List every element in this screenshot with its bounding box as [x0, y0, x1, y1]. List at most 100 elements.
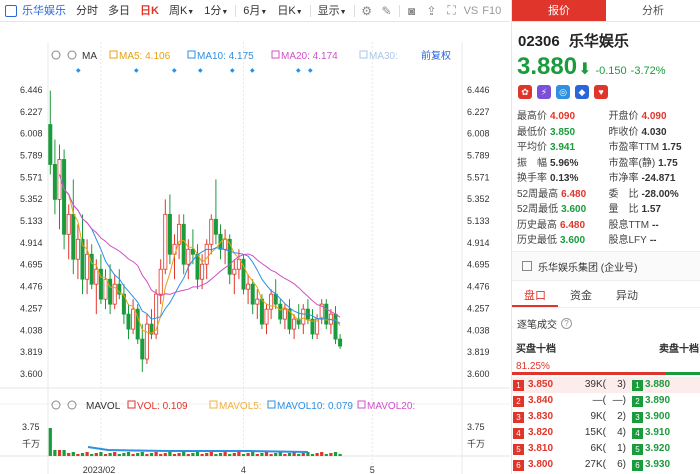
candle-body[interactable]	[259, 298, 264, 325]
vol-unit-left: 千万	[22, 439, 40, 449]
fullscreen-icon[interactable]: ⛶	[444, 0, 460, 22]
tab-timeshare[interactable]: 分时	[71, 0, 103, 22]
candle-body[interactable]	[158, 268, 163, 295]
candle-body[interactable]	[200, 263, 205, 280]
candle-body[interactable]	[66, 213, 71, 235]
ma-toggle-icon[interactable]	[359, 50, 368, 59]
f10-button[interactable]: F10	[480, 5, 503, 17]
candle-body[interactable]	[186, 248, 191, 265]
candle-body[interactable]	[333, 313, 338, 340]
y-tick-label-left: 5.571	[20, 172, 43, 182]
tick-trades-label[interactable]: 逐笔成交 ?	[517, 316, 572, 331]
candle-body[interactable]	[223, 238, 228, 250]
bid-volume: 39K(	[584, 379, 606, 390]
candle-body[interactable]	[94, 268, 99, 285]
tab-capital[interactable]: 资金	[558, 284, 604, 307]
candle-body[interactable]	[255, 298, 260, 305]
ma-toggle-icon[interactable]	[271, 50, 280, 59]
y-tick-label-right: 5.352	[467, 194, 490, 204]
candle-body[interactable]	[181, 223, 186, 265]
range-select[interactable]: 6月▼	[238, 0, 272, 22]
settings-icon[interactable]: ⚙	[359, 0, 375, 22]
candle-body[interactable]	[190, 248, 195, 255]
eye-icon[interactable]	[67, 400, 77, 410]
stat-row: 换手率 0.13% 市净率 -24.871	[517, 171, 700, 187]
ma-toggle-icon[interactable]	[109, 50, 118, 59]
stat-row: 52周最高 6.480 委 比 -28.00%	[517, 187, 700, 203]
export-icon[interactable]: ⇪	[424, 0, 440, 22]
candle-body[interactable]	[140, 338, 145, 360]
candle-body[interactable]	[269, 293, 274, 310]
settings-icon[interactable]	[51, 400, 61, 410]
candle-body[interactable]	[232, 268, 237, 275]
stat-key: 股息TTM	[608, 219, 650, 231]
candle-body[interactable]	[246, 283, 251, 290]
draw-icon[interactable]: ✎	[379, 0, 395, 22]
y-tick-label-right: 4.476	[467, 282, 490, 292]
candle-body[interactable]	[48, 124, 53, 165]
stock-name-tab[interactable]: 乐华娱乐	[0, 0, 71, 22]
candle-body[interactable]	[292, 318, 297, 330]
stat-key: 振 幅	[517, 157, 547, 169]
event-marker-icon[interactable]: ◆	[308, 68, 313, 74]
ask-level: 4	[632, 427, 643, 439]
event-marker-icon[interactable]: ◆	[134, 68, 139, 74]
kline-chart[interactable]: 6.446 6.446 6.227 6.227 6.008 6.008 5.789 5.789…	[0, 22, 510, 474]
period-select[interactable]: 日K▼	[272, 0, 307, 22]
event-marker-icon[interactable]: ◆	[198, 68, 203, 74]
candle-body[interactable]	[282, 308, 287, 320]
tab-analysis[interactable]: 分析	[606, 0, 700, 21]
eye-icon[interactable]	[67, 50, 77, 60]
candle-body[interactable]	[227, 238, 232, 275]
ma-toggle-icon[interactable]	[187, 50, 196, 59]
event-marker-icon[interactable]: ◆	[172, 68, 177, 74]
candle-body[interactable]	[62, 159, 67, 235]
ask-level: 3	[632, 411, 643, 423]
candle-body[interactable]	[163, 213, 168, 270]
event-marker-icon[interactable]: ◆	[296, 68, 301, 74]
event-marker-icon[interactable]: ◆	[76, 68, 81, 74]
candle-body[interactable]	[195, 253, 200, 280]
bid-count: 6)	[617, 459, 626, 470]
event-marker-icon[interactable]: ◆	[250, 68, 255, 74]
candle-body[interactable]	[144, 323, 149, 360]
tab-daily-k[interactable]: 日K	[135, 0, 164, 22]
candle-body[interactable]	[75, 238, 80, 260]
candle-body[interactable]	[250, 283, 255, 305]
settings-icon[interactable]	[51, 50, 61, 60]
help-icon[interactable]: ?	[561, 318, 572, 329]
tab-multiday[interactable]: 多日	[103, 0, 135, 22]
candle-body[interactable]	[71, 213, 76, 260]
candle-body[interactable]	[85, 253, 90, 280]
stock-logo-icon	[5, 4, 17, 17]
candle-body[interactable]	[338, 338, 343, 347]
candle-body[interactable]	[108, 278, 113, 305]
company-link[interactable]: 乐华娱乐集团 (企业号)	[512, 251, 700, 281]
candle-body[interactable]	[264, 308, 269, 325]
camera-icon[interactable]: ◙	[404, 0, 420, 22]
vs-button[interactable]: VS	[462, 5, 481, 17]
candle-body[interactable]	[324, 303, 329, 325]
candle-body[interactable]	[103, 278, 108, 300]
tab-quote[interactable]: 报价	[512, 0, 606, 21]
candle-body[interactable]	[131, 308, 136, 330]
candle-body[interactable]	[204, 243, 209, 265]
tab-minute[interactable]: 1分▼	[199, 0, 233, 22]
volume-bar	[255, 454, 259, 456]
candle-body[interactable]	[167, 213, 172, 255]
candle-body[interactable]	[209, 218, 214, 245]
tab-movement[interactable]: 异动	[604, 284, 650, 307]
tab-weekly-k[interactable]: 周K▼	[164, 0, 199, 22]
candle-body[interactable]	[213, 218, 218, 235]
heart-icon[interactable]: ♥	[594, 85, 608, 99]
volume-bar	[131, 454, 135, 456]
candle-body[interactable]	[126, 313, 131, 330]
candle-body[interactable]	[273, 293, 278, 305]
candle-body[interactable]	[301, 308, 306, 325]
candle-body[interactable]	[52, 164, 57, 200]
buy-ten-label: 买盘十档	[516, 344, 556, 355]
tab-orderbook[interactable]: 盘口	[512, 284, 558, 307]
display-select[interactable]: 显示▼	[313, 0, 352, 22]
candle-body[interactable]	[278, 303, 283, 320]
event-marker-icon[interactable]: ◆	[230, 68, 235, 74]
